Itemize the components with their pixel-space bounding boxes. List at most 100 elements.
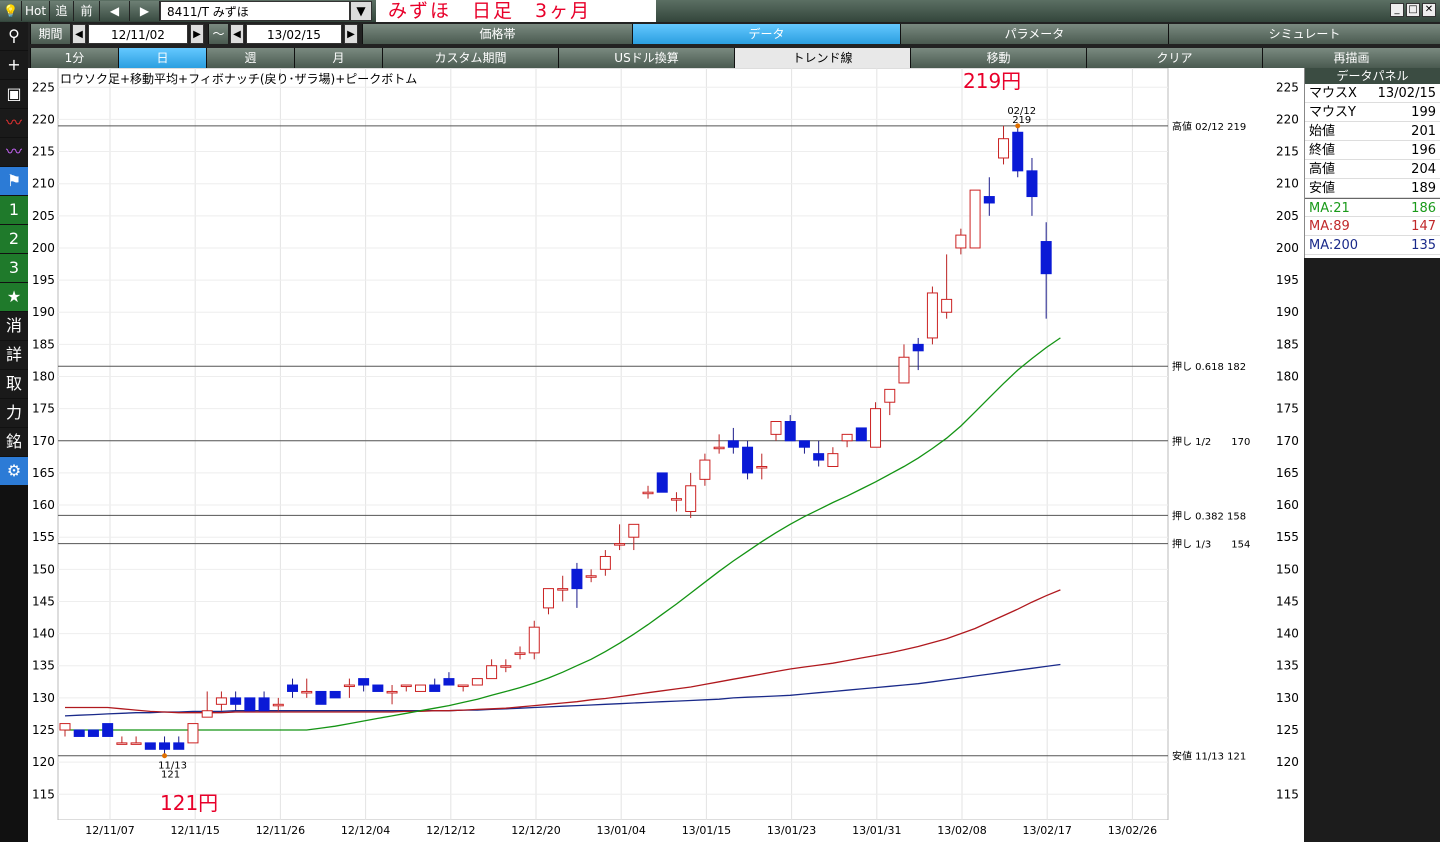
next-arrow-icon[interactable]: ▶ bbox=[130, 1, 160, 21]
symbol-input[interactable]: 8411/T みずほ bbox=[160, 1, 350, 21]
trendline-button[interactable]: トレンド線 bbox=[734, 48, 910, 68]
tab-data[interactable]: データ bbox=[632, 24, 900, 44]
flag-icon[interactable]: ⚑ bbox=[0, 167, 28, 195]
x-tick-label: 13/01/15 bbox=[682, 824, 731, 837]
forward-button[interactable]: 追 bbox=[50, 1, 74, 21]
preset-2-button[interactable]: 2 bbox=[0, 225, 28, 253]
detail-button[interactable]: 詳 bbox=[0, 341, 28, 369]
y-tick-label-right: 210 bbox=[1276, 177, 1299, 191]
prev-arrow-icon[interactable]: ◀ bbox=[100, 1, 130, 21]
chart-area[interactable]: 12/11/07 12/11/15 12/11/26 12/12/04 12/12/12… bbox=[28, 67, 1304, 842]
candle-body bbox=[315, 690, 327, 705]
candle-body bbox=[102, 723, 114, 737]
x-tick-label: 13/01/31 bbox=[852, 824, 901, 837]
erase-button[interactable]: 消 bbox=[0, 312, 28, 340]
chart-application: 💡 Hot 追 前 ◀ ▶ 8411/T みずほ ▼ みずほ 日足 3ヶ月 _ … bbox=[0, 0, 1440, 842]
candle-body bbox=[159, 742, 171, 750]
close-icon[interactable]: ✕ bbox=[1422, 3, 1436, 17]
y-tick-label-right: 155 bbox=[1276, 530, 1299, 544]
candle-body bbox=[187, 723, 199, 744]
clear-button[interactable]: クリア bbox=[1086, 48, 1262, 68]
y-tick-label-right: 225 bbox=[1276, 80, 1299, 94]
y-tick-label-right: 200 bbox=[1276, 241, 1299, 255]
data-panel-value: 147 bbox=[1411, 219, 1436, 234]
y-tick-label-right: 220 bbox=[1276, 112, 1299, 126]
lightbulb-icon[interactable]: 💡 bbox=[0, 1, 22, 21]
candle-body bbox=[400, 684, 412, 688]
next-to-icon[interactable]: ▶ bbox=[344, 24, 358, 44]
data-panel-row: MA:21 186 bbox=[1305, 198, 1440, 217]
period-toolbar: 期間 ◀ 12/11/02 ▶ ～ ◀ 13/02/15 ▶ 価格帯 データ パ… bbox=[0, 22, 1440, 46]
candle-body bbox=[528, 626, 540, 654]
tab-price-band[interactable]: 価格帯 bbox=[362, 24, 632, 44]
peak-value-label: 219 bbox=[1012, 115, 1031, 126]
tab-parameter[interactable]: パラメータ bbox=[900, 24, 1168, 44]
star-icon[interactable]: ★ bbox=[0, 283, 28, 311]
tab-simulate[interactable]: シミュレート bbox=[1168, 24, 1440, 44]
candle-body bbox=[742, 446, 754, 474]
move-button[interactable]: 移動 bbox=[910, 48, 1086, 68]
candle-body bbox=[585, 575, 597, 578]
data-panel-key: マウスX bbox=[1309, 86, 1357, 101]
y-tick-label-left: 215 bbox=[32, 145, 55, 159]
range-week[interactable]: 週 bbox=[206, 48, 294, 68]
candle-body bbox=[941, 298, 953, 313]
trade-button[interactable]: 取 bbox=[0, 370, 28, 398]
candlestick-chart[interactable]: 12/11/07 12/11/15 12/11/26 12/12/04 12/12/12… bbox=[28, 67, 1304, 842]
back-button[interactable]: 前 bbox=[74, 1, 100, 21]
redraw-button[interactable]: 再描画 bbox=[1262, 48, 1440, 68]
data-panel-key: 終値 bbox=[1309, 143, 1336, 158]
range-month[interactable]: 月 bbox=[294, 48, 382, 68]
prev-from-icon[interactable]: ◀ bbox=[72, 24, 86, 44]
crosshair-icon[interactable]: + bbox=[0, 51, 28, 79]
y-tick-label-left: 170 bbox=[32, 434, 55, 448]
range-custom[interactable]: カスタム期間 bbox=[382, 48, 558, 68]
data-panel-key: 安値 bbox=[1309, 181, 1336, 196]
chevron-down-icon[interactable]: ▼ bbox=[350, 1, 372, 21]
candle-body bbox=[429, 684, 441, 692]
y-tick-label-left: 205 bbox=[32, 209, 55, 223]
search-icon[interactable]: ⚲ bbox=[0, 22, 28, 50]
candle-body bbox=[813, 453, 825, 461]
stock-button[interactable]: 銘 bbox=[0, 428, 28, 456]
range-day[interactable]: 日 bbox=[118, 48, 206, 68]
candle-body bbox=[670, 498, 682, 501]
y-tick-label-left: 200 bbox=[32, 241, 55, 255]
range-1min[interactable]: 1分 bbox=[30, 48, 118, 68]
fib-level-label: 高値 02/12 219 bbox=[1172, 120, 1246, 133]
line-chart-icon[interactable]: 〰 bbox=[0, 109, 28, 137]
gear-icon[interactable]: ⚙ bbox=[0, 457, 28, 485]
candle-body bbox=[386, 690, 398, 694]
candle-body bbox=[116, 742, 128, 745]
y-tick-label-left: 210 bbox=[32, 177, 55, 191]
maximize-icon[interactable]: □ bbox=[1406, 3, 1420, 17]
left-toolbar: ⚲ + ▣ 〰 〰 ⚑ 1 2 3 ★ 消 詳 取 力 銘 ⚙ bbox=[0, 22, 28, 842]
candle-body bbox=[841, 433, 853, 442]
tilde-label: ～ bbox=[208, 24, 228, 44]
usd-convert-button[interactable]: USドル換算 bbox=[558, 48, 734, 68]
x-tick-label: 13/02/26 bbox=[1108, 824, 1157, 837]
candle-body bbox=[258, 697, 270, 712]
from-date-input[interactable]: 12/11/02 bbox=[88, 24, 188, 44]
indicator-icon[interactable]: 〰 bbox=[0, 138, 28, 166]
camera-icon[interactable]: ▣ bbox=[0, 80, 28, 108]
preset-1-button[interactable]: 1 bbox=[0, 196, 28, 224]
data-panel-value: 186 bbox=[1411, 201, 1436, 216]
x-tick-label: 12/12/20 bbox=[511, 824, 560, 837]
to-date-input[interactable]: 13/02/15 bbox=[246, 24, 342, 44]
candle-body bbox=[599, 555, 611, 570]
y-tick-label-left: 130 bbox=[32, 691, 55, 705]
preset-3-button[interactable]: 3 bbox=[0, 254, 28, 282]
minimize-icon[interactable]: _ bbox=[1390, 3, 1404, 17]
data-panel-row: 高値 204 bbox=[1305, 160, 1440, 179]
candle-body bbox=[173, 742, 185, 750]
hot-button[interactable]: Hot bbox=[22, 1, 50, 21]
next-from-icon[interactable]: ▶ bbox=[190, 24, 204, 44]
candle-body bbox=[457, 684, 469, 688]
fib-level-label: 押し 0.618 182 bbox=[1172, 360, 1246, 373]
candle-body bbox=[827, 453, 839, 467]
prev-to-icon[interactable]: ◀ bbox=[230, 24, 244, 44]
power-button[interactable]: 力 bbox=[0, 399, 28, 427]
candle-body bbox=[770, 421, 782, 435]
data-panel-row: MA:200 135 bbox=[1305, 236, 1440, 255]
